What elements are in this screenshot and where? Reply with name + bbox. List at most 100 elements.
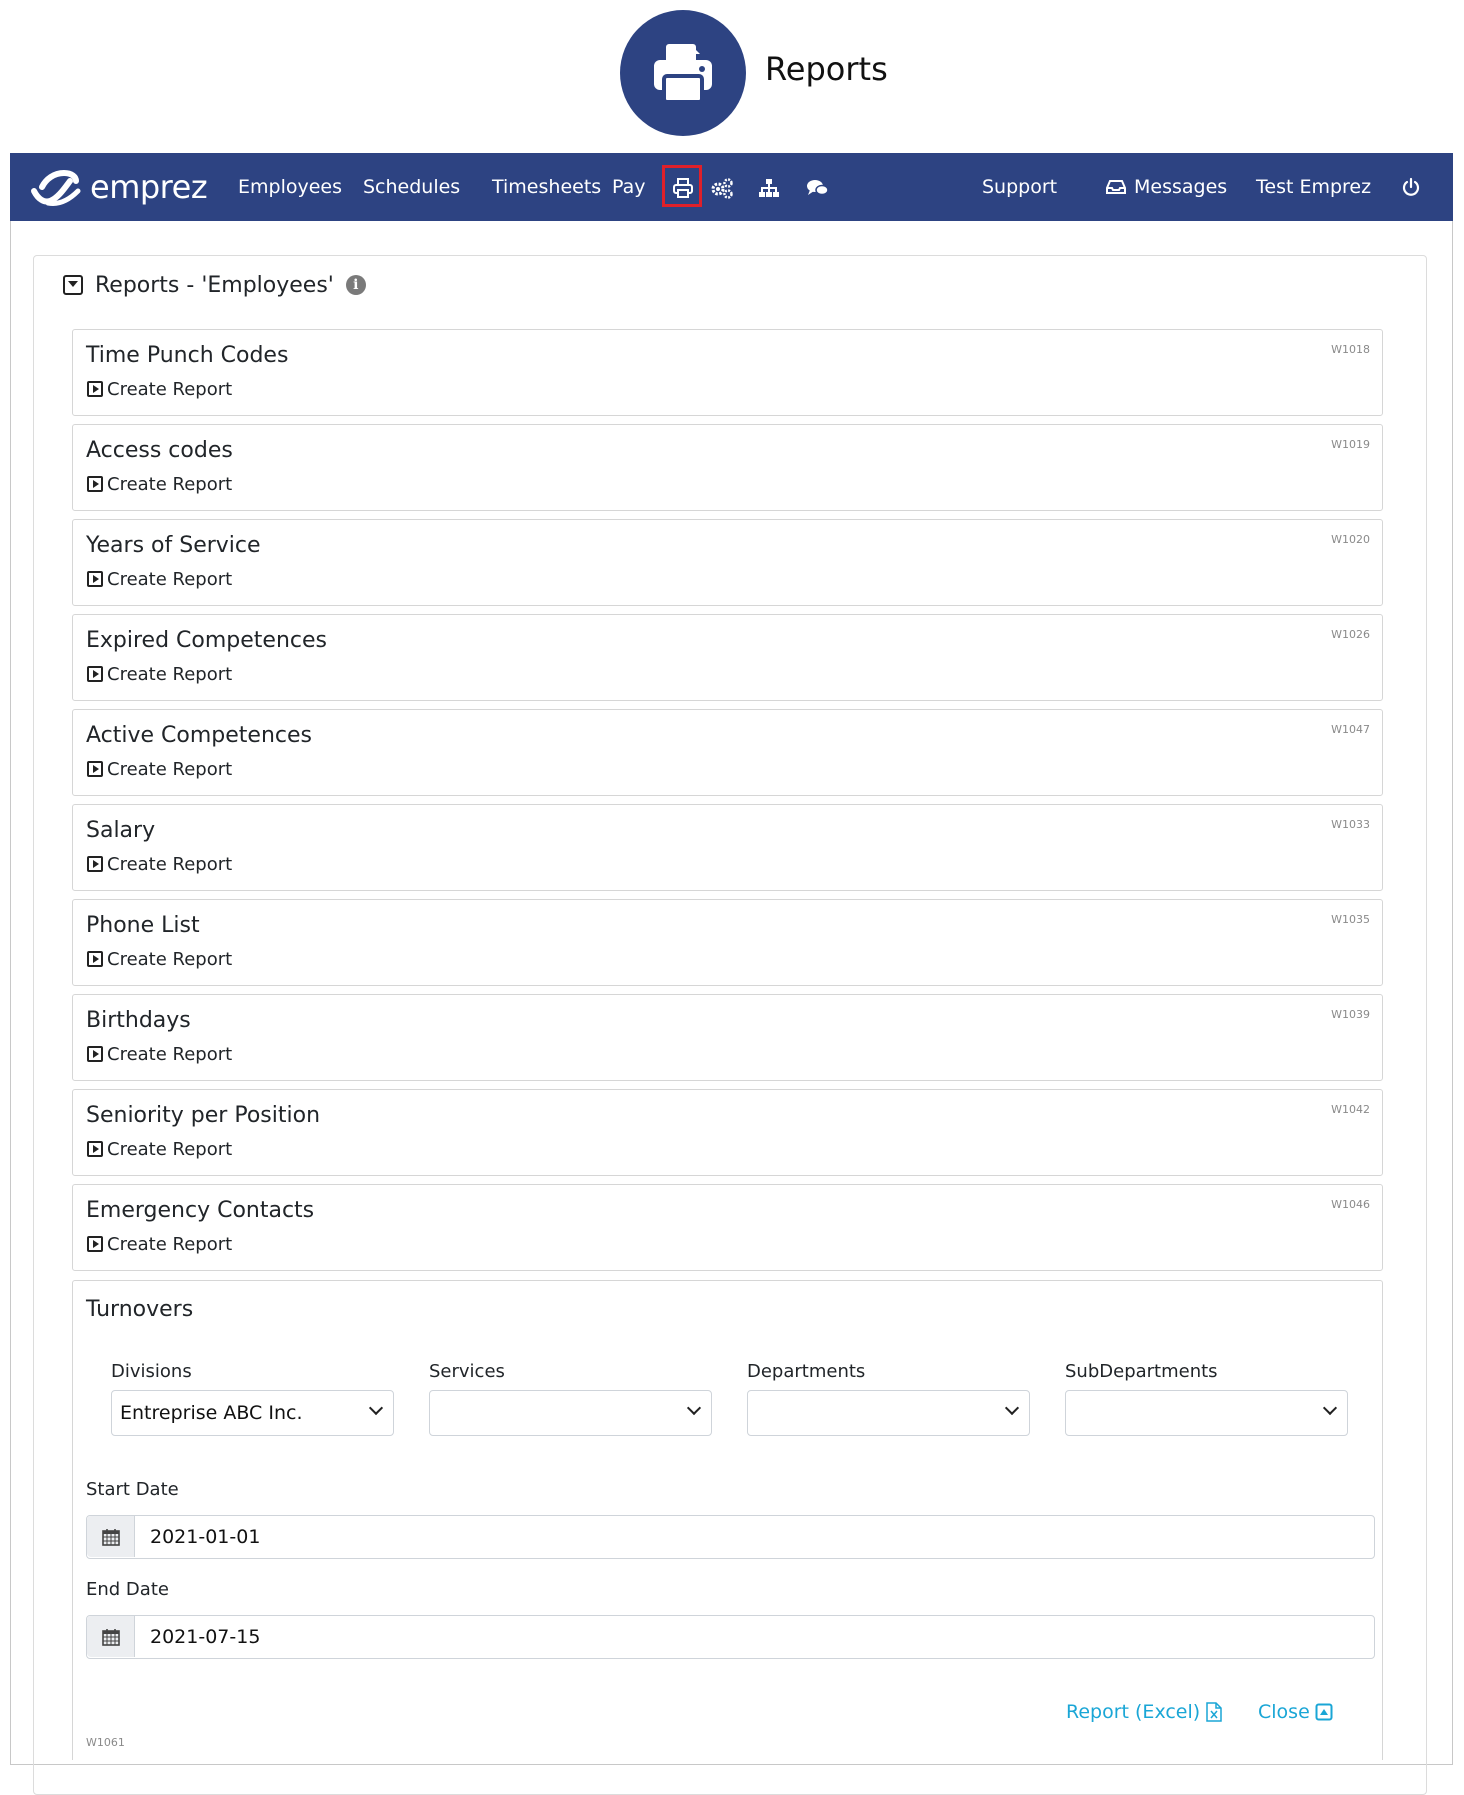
printer-icon [654,44,712,104]
divisions-label: Divisions [111,1361,192,1382]
play-square-icon [87,1046,103,1062]
create-report-link[interactable]: Create Report [87,1233,232,1255]
banner-printer-circle [620,10,746,136]
play-square-icon [87,951,103,967]
report-name: Seniority per Position [86,1103,321,1128]
create-report-link[interactable]: Create Report [87,378,232,400]
play-square-icon [87,761,103,777]
nav-support[interactable]: Support [982,153,1057,221]
play-square-icon [87,1141,103,1157]
report-code: W1020 [1331,533,1370,546]
report-card: Active Competences W1047 Create Report [72,709,1383,796]
report-excel-button[interactable]: Report (Excel) [1066,1701,1223,1723]
create-report-link[interactable]: Create Report [87,473,232,495]
play-square-icon [87,571,103,587]
subdepartments-label: SubDepartments [1065,1361,1218,1382]
report-card: Seniority per Position W1042 Create Repo… [72,1089,1383,1176]
power-icon[interactable] [1401,177,1423,199]
chevron-down-icon [368,1400,384,1416]
subdepartments-select[interactable] [1065,1390,1348,1436]
create-report-link[interactable]: Create Report [87,758,232,780]
report-name: Emergency Contacts [86,1198,315,1223]
report-name: Years of Service [86,533,261,558]
create-report-label: Create Report [107,1233,233,1255]
report-card: Years of Service W1020 Create Report [72,519,1383,606]
sitemap-icon[interactable] [758,177,780,199]
start-date-value: 2021-01-01 [150,1526,261,1548]
excel-file-icon [1206,1702,1222,1722]
create-report-link[interactable]: Create Report [87,1043,232,1065]
play-square-icon [87,666,103,682]
turnovers-title: Turnovers [86,1297,194,1322]
cogs-icon[interactable] [710,177,733,199]
play-square-icon [87,856,103,872]
create-report-link[interactable]: Create Report [87,853,232,875]
report-card: Phone List W1035 Create Report [72,899,1383,986]
divisions-select-value: Entreprise ABC Inc. [120,1402,303,1424]
chevron-down-icon [1322,1400,1338,1416]
create-report-link[interactable]: Create Report [87,568,232,590]
turnovers-code: W1061 [86,1736,125,1749]
nav-employees[interactable]: Employees [238,153,342,221]
create-report-label: Create Report [107,473,233,495]
create-report-label: Create Report [107,663,233,685]
printer-icon[interactable] [672,177,694,199]
create-report-label: Create Report [107,758,233,780]
report-name: Time Punch Codes [86,343,289,368]
report-code: W1035 [1331,913,1370,926]
report-code: W1026 [1331,628,1370,641]
report-code: W1018 [1331,343,1370,356]
collapse-toggle-icon[interactable] [63,275,83,295]
report-card: Expired Competences W1026 Create Report [72,614,1383,701]
divisions-select[interactable]: Entreprise ABC Inc. [111,1390,394,1436]
collapse-up-icon [1315,1703,1333,1721]
report-card: Salary W1033 Create Report [72,804,1383,891]
chevron-down-icon [686,1400,702,1416]
play-square-icon [87,476,103,492]
report-name: Birthdays [86,1008,191,1033]
start-date-field[interactable]: 2021-01-01 [86,1515,1375,1559]
nav-pay[interactable]: Pay [612,153,646,221]
create-report-label: Create Report [107,1043,233,1065]
report-name: Access codes [86,438,233,463]
play-square-icon [87,381,103,397]
services-select[interactable] [429,1390,712,1436]
report-card: Time Punch Codes W1018 Create Report [72,329,1383,416]
report-code: W1039 [1331,1008,1370,1021]
report-code: W1019 [1331,438,1370,451]
end-date-field[interactable]: 2021-07-15 [86,1615,1375,1659]
calendar-icon[interactable] [87,1616,135,1657]
report-code: W1047 [1331,723,1370,736]
create-report-label: Create Report [107,948,233,970]
end-date-label: End Date [86,1579,169,1600]
banner-title: Reports [765,50,888,88]
chevron-down-icon [1004,1400,1020,1416]
nav-timesheets[interactable]: Timesheets [492,153,601,221]
top-navbar: emprez Employees Schedules Timesheets Pa… [10,153,1453,221]
inbox-icon[interactable] [1106,179,1128,201]
create-report-link[interactable]: Create Report [87,1138,232,1160]
emprez-logo-icon [31,169,81,206]
services-label: Services [429,1361,505,1382]
nav-messages[interactable]: Messages [1134,153,1227,221]
report-code: W1033 [1331,818,1370,831]
create-report-link[interactable]: Create Report [87,663,232,685]
calendar-icon[interactable] [87,1516,135,1557]
close-label: Close [1258,1701,1310,1723]
panel-header: Reports - 'Employees' i [63,270,366,300]
create-report-link[interactable]: Create Report [87,948,232,970]
emprez-logo[interactable]: emprez [28,165,208,209]
report-name: Salary [86,818,156,843]
nav-user[interactable]: Test Emprez [1256,153,1371,221]
departments-select[interactable] [747,1390,1030,1436]
report-name: Expired Competences [86,628,328,653]
info-icon[interactable]: i [345,275,366,295]
comments-icon[interactable] [806,177,829,199]
report-code: W1042 [1331,1103,1370,1116]
panel-title: Reports - 'Employees' [95,272,334,298]
create-report-label: Create Report [107,378,233,400]
nav-schedules[interactable]: Schedules [363,153,460,221]
close-button[interactable]: Close [1258,1701,1333,1723]
page-banner: Reports [0,0,1464,150]
start-date-label: Start Date [86,1479,179,1500]
